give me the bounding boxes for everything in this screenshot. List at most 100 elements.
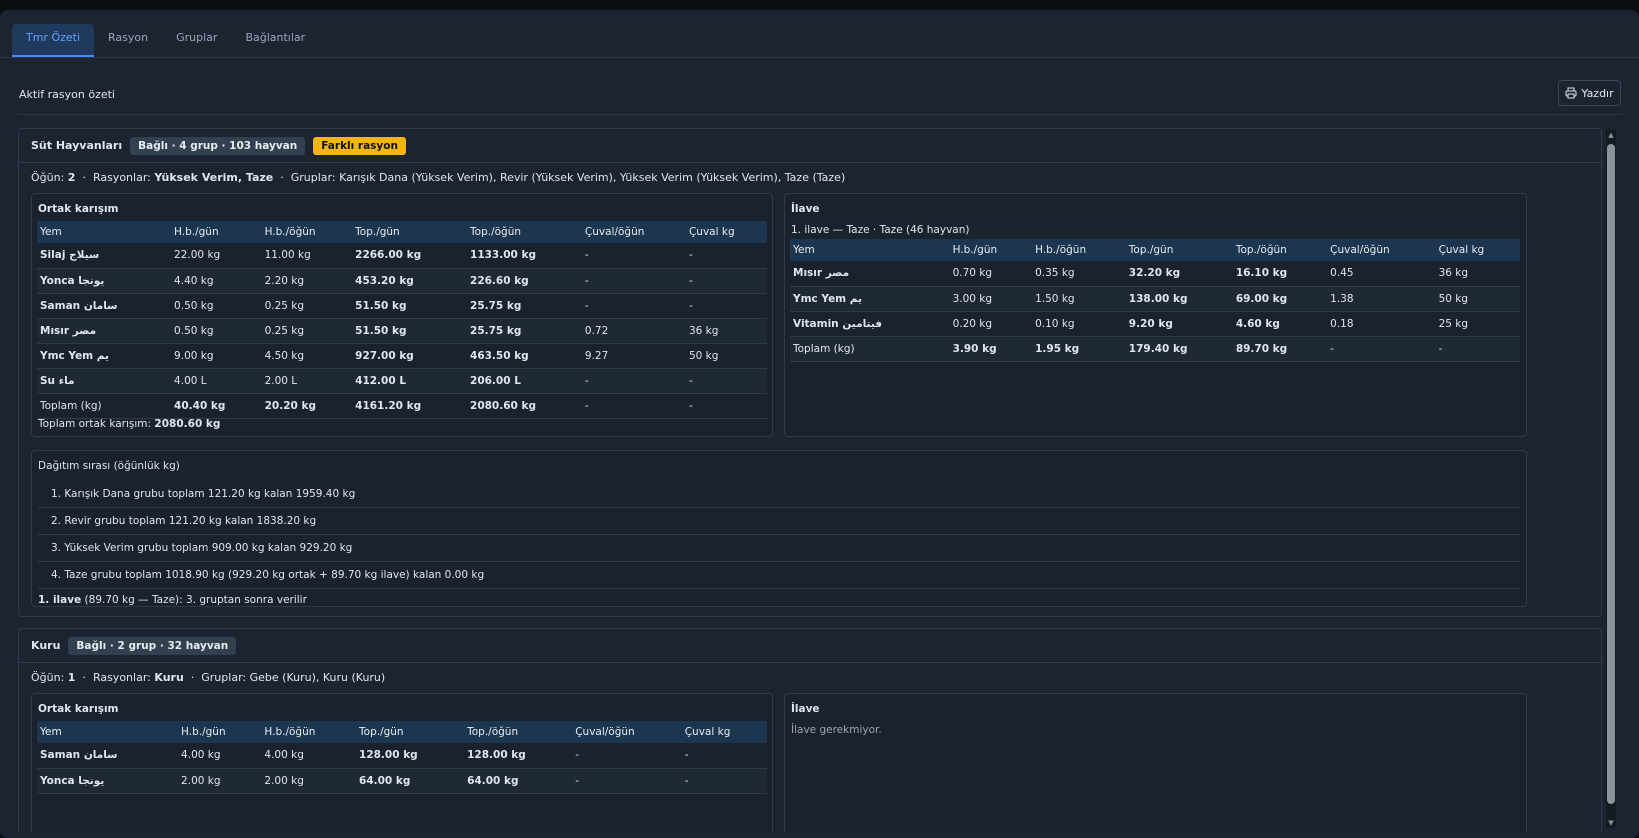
table-cell: 4.60 kg <box>1232 311 1328 337</box>
table-cell: Ymc Yem يم <box>37 343 172 369</box>
table-cell: - <box>581 243 686 269</box>
table-row: Ymc Yem يم 3.00 kg 1.50 kg 138.00 kg 69.00 k… <box>790 286 1520 312</box>
table-cell: - <box>572 743 682 769</box>
table-cell: 453.20 kg <box>352 268 468 294</box>
table-cell: Toplam (kg) <box>37 393 172 419</box>
scrollbar[interactable]: ▲ ▼ <box>1606 130 1616 828</box>
table-cell: Vitamin فيتامين <box>790 311 950 337</box>
list-item: 2. Revir grubu toplam 121.20 kg kalan 18… <box>38 508 1520 535</box>
summary-scroll-area[interactable]: Süt Hayvanları Bağlı · 4 grup · 103 hayv… <box>18 128 1602 832</box>
print-button[interactable]: Yazdır <box>1558 80 1621 106</box>
section-kuru: Kuru Bağlı · 2 grup · 32 hayvan Öğün: 1 … <box>18 628 1602 832</box>
table-cell: 11.00 kg <box>261 243 353 269</box>
table-cell: 0.45 <box>1327 261 1436 287</box>
column-header: Yem <box>37 221 172 243</box>
column-header: Çuval kg <box>685 221 767 243</box>
status-badge: Bağlı · 2 grup · 32 hayvan <box>68 636 237 655</box>
list-item: 4. Taze grubu toplam 1018.90 kg (929.20 … <box>38 562 1520 589</box>
table-cell: - <box>581 368 686 394</box>
table-cell: 9.27 <box>581 343 686 369</box>
mix-table: Yem H.b./gün H.b./öğün Top./gün Top./öğün Çuv… <box>37 221 767 419</box>
mix-total: Toplam ortak karışım: 2080.60 kg <box>38 418 221 430</box>
scrollbar-thumb[interactable] <box>1607 144 1615 804</box>
table-cell: 0.70 kg <box>949 261 1033 287</box>
table-row: Su ماء 4.00 L 2.00 L 412.00 L 206.00 L-- <box>37 368 767 394</box>
scroll-up-icon[interactable]: ▲ <box>1606 130 1616 140</box>
table-cell: 0.35 kg <box>1032 261 1126 287</box>
table-cell: 50 kg <box>685 343 767 369</box>
table-cell: 412.00 L <box>352 368 468 394</box>
tab-tmr-ozeti[interactable]: Tmr Özeti <box>12 24 95 57</box>
table-cell: 32.20 kg <box>1125 261 1233 287</box>
warning-badge: Farklı rasyon <box>313 136 406 155</box>
column-header: H.b./gün <box>171 221 262 243</box>
card-title: İlave <box>791 203 820 215</box>
scroll-down-icon[interactable]: ▼ <box>1606 818 1616 828</box>
column-header: Top./gün <box>356 721 465 743</box>
table-cell: 0.10 kg <box>1032 311 1126 337</box>
table-cell: - <box>681 768 767 794</box>
table-header-row: Yem H.b./gün H.b./öğün Top./gün Top./öğün Çuv… <box>37 221 767 243</box>
tab-gruplar[interactable]: Gruplar <box>162 24 231 57</box>
table-cell: - <box>1327 336 1436 362</box>
table-cell: 9.20 kg <box>1125 311 1233 337</box>
table-row: Silaj سيلاج 22.00 kg 11.00 kg 2266.00 kg 113… <box>37 243 767 269</box>
table-header-row: Yem H.b./gün H.b./öğün Top./gün Top./öğün Çuv… <box>790 239 1520 261</box>
column-header: H.b./öğün <box>1032 239 1126 261</box>
dagitim-card: Dağıtım sırası (öğünlük kg) 1. Karışık D… <box>31 450 1527 607</box>
table-cell: 226.60 kg <box>467 268 582 294</box>
table-cell: 25.75 kg <box>467 293 582 319</box>
table-cell: - <box>685 243 767 269</box>
toolbar: Aktif rasyon özeti Yazdır <box>18 70 1622 115</box>
ortak-karisim-card: Ortak karışım Yem H.b./gün H.b./öğün Top./g… <box>31 693 773 832</box>
tab-rasyon[interactable]: Rasyon <box>94 24 162 57</box>
table-cell: 25 kg <box>1435 311 1520 337</box>
table-cell: - <box>685 393 767 419</box>
list-item: 3. Yüksek Verim grubu toplam 909.00 kg k… <box>38 535 1520 562</box>
column-header: Top./öğün <box>467 221 582 243</box>
table-cell: 0.25 kg <box>261 293 353 319</box>
section-header: Süt Hayvanları Bağlı · 4 grup · 103 hayv… <box>19 129 1601 163</box>
table-cell: 4.50 kg <box>261 343 353 369</box>
column-header: Çuval/öğün <box>581 221 686 243</box>
table-cell: 0.50 kg <box>171 293 262 319</box>
table-cell: 4.00 kg <box>261 743 357 769</box>
table-cell: 206.00 L <box>467 368 582 394</box>
table-cell: Saman سامان <box>37 743 179 769</box>
tab-bar: Tmr Özeti Rasyon Gruplar Bağlantılar <box>0 10 1639 58</box>
table-cell: 3.00 kg <box>949 286 1033 312</box>
table-header-row: Yem H.b./gün H.b./öğün Top./gün Top./öğün Çuv… <box>37 721 767 743</box>
table-cell: Mısır مصر <box>790 261 950 287</box>
table-cell: 0.50 kg <box>171 318 262 344</box>
table-row: Toplam (kg) 3.90 kg 1.95 kg 179.40 kg 89.70 … <box>790 336 1520 362</box>
table-cell: Su ماء <box>37 368 172 394</box>
table-cell: Silaj سيلاج <box>37 243 172 269</box>
table-cell: - <box>581 393 686 419</box>
column-header: Top./öğün <box>1232 239 1328 261</box>
printer-icon <box>1565 87 1577 99</box>
table-cell: Mısır مصر <box>37 318 172 344</box>
dagitim-note: 1. ilave (89.70 kg — Taze): 3. gruptan s… <box>38 594 307 606</box>
table-cell: - <box>1435 336 1520 362</box>
column-header: H.b./gün <box>949 239 1033 261</box>
column-header: Top./gün <box>1125 239 1233 261</box>
column-header: Çuval kg <box>681 721 767 743</box>
table-cell: - <box>685 368 767 394</box>
ortak-karisim-card: Ortak karışım Yem H.b./gün H.b./öğün Top./g… <box>31 193 773 437</box>
table-cell: 1.95 kg <box>1032 336 1126 362</box>
tab-baglantilar[interactable]: Bağlantılar <box>231 24 319 57</box>
card-title: Dağıtım sırası (öğünlük kg) <box>38 460 180 472</box>
table-cell: 36 kg <box>1435 261 1520 287</box>
table-cell: 3.90 kg <box>949 336 1033 362</box>
table-cell: 2266.00 kg <box>352 243 468 269</box>
ilave-table: Yem H.b./gün H.b./öğün Top./gün Top./öğün Çuv… <box>790 239 1520 362</box>
table-cell: 22.00 kg <box>171 243 262 269</box>
column-header: Top./gün <box>352 221 468 243</box>
card-title: Ortak karışım <box>38 703 119 715</box>
column-header: Çuval/öğün <box>1327 239 1436 261</box>
section-meta: Öğün: 2 · Rasyonlar: Yüksek Verim, Taze … <box>31 171 846 184</box>
table-cell: 40.40 kg <box>171 393 262 419</box>
table-cell: Yonca يونجا <box>37 268 172 294</box>
table-cell: 51.50 kg <box>352 318 468 344</box>
table-cell: 16.10 kg <box>1232 261 1328 287</box>
